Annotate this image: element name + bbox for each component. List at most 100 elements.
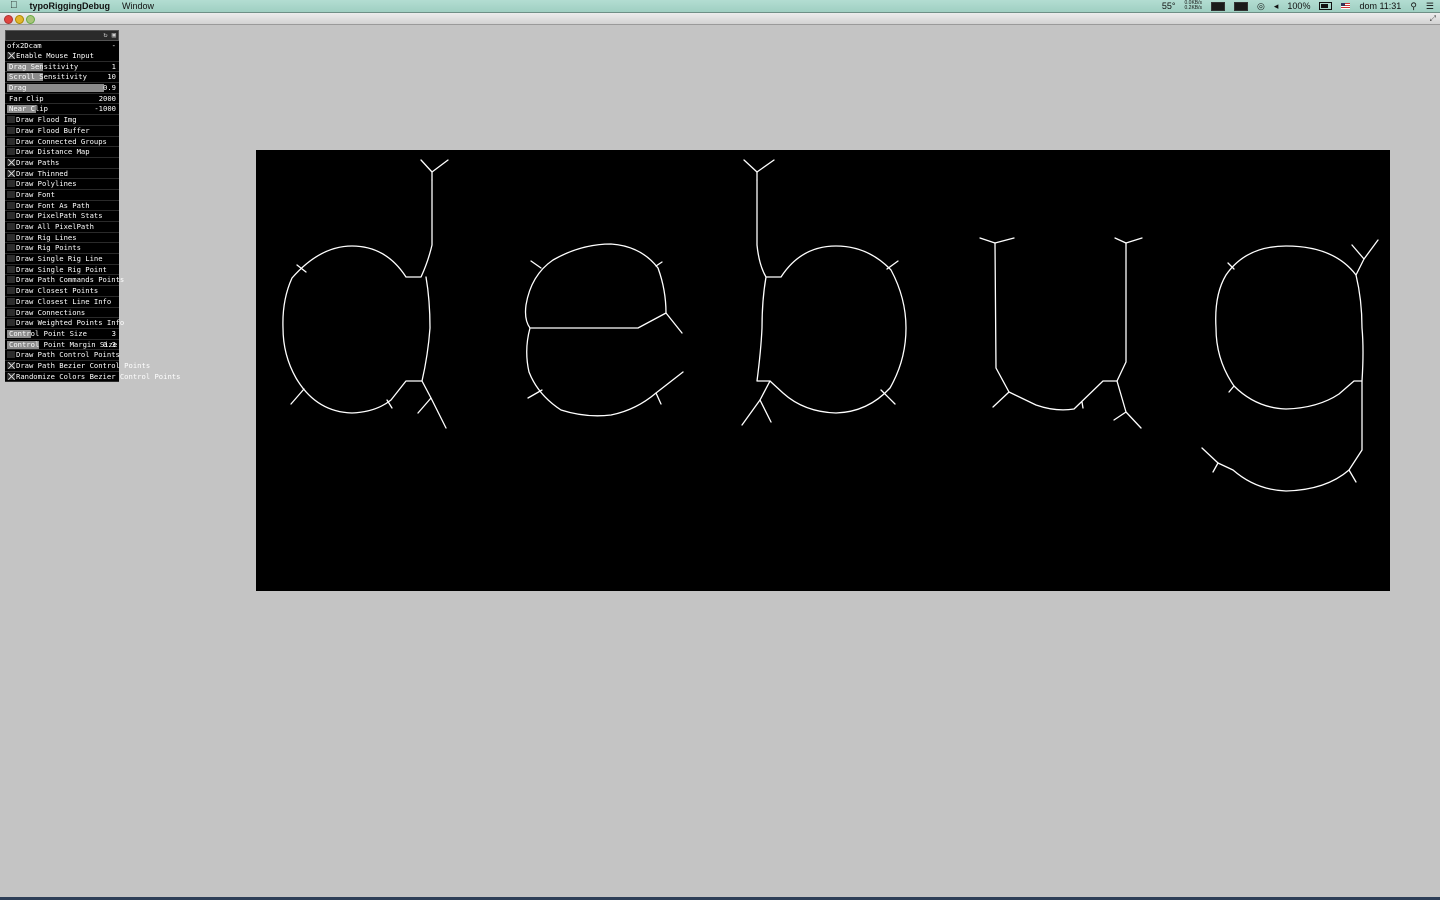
checkbox-icon[interactable] — [7, 276, 15, 284]
toggle-draw-rig-points[interactable]: Draw Rig Points — [5, 243, 119, 255]
reload-icon[interactable]: ↻ — [103, 31, 107, 39]
checkbox-icon[interactable] — [7, 319, 15, 327]
skeleton-path — [530, 260, 542, 269]
toggle-draw-connections[interactable]: Draw Connections — [5, 307, 119, 319]
fullscreen-icon[interactable]: ⤢ — [1430, 14, 1436, 24]
checkbox-icon[interactable] — [7, 116, 15, 124]
checkbox-icon[interactable] — [7, 287, 15, 295]
slider-drag-sensitivity[interactable]: Drag Sensitivity 1 — [5, 61, 119, 73]
menu-bar:  typoRiggingDebug Window 55° 0.0KB/s 0.… — [0, 0, 1440, 13]
window-close-button[interactable] — [4, 15, 13, 24]
toggle-draw-distance-map[interactable]: Draw Distance Map — [5, 147, 119, 158]
wifi-icon[interactable]: ◎ — [1257, 0, 1265, 12]
checkbox-icon[interactable] — [7, 137, 15, 145]
toggle-draw-path-bezier-control-points[interactable]: Draw Path Bezier Control Points — [5, 360, 150, 372]
checkbox-icon[interactable] — [7, 351, 15, 359]
toggle-label: Draw Thinned — [16, 168, 68, 178]
toggle-enable-mouse-input[interactable]: Enable Mouse Input — [5, 51, 119, 62]
checkbox-icon[interactable] — [7, 148, 15, 156]
toggle-draw-all-pixelpath[interactable]: Draw All PixelPath — [5, 222, 119, 233]
slider-label: Scroll Sensitivity — [9, 72, 87, 82]
window-menu[interactable]: Window — [122, 0, 154, 12]
gui-panel-header[interactable]: ↻ ▣ — [5, 30, 119, 41]
notification-center-icon[interactable]: ☰ — [1426, 0, 1434, 12]
slider-near-clip[interactable]: Near Clip -1000 — [5, 104, 119, 116]
spotlight-search-icon[interactable]: ⚲ — [1410, 0, 1417, 12]
save-icon[interactable]: ▣ — [112, 31, 116, 39]
slider-label: Control Point Size — [9, 328, 87, 338]
toggle-draw-flood-buffer[interactable]: Draw Flood Buffer — [5, 125, 119, 137]
checkbox-icon[interactable] — [7, 201, 15, 209]
checkbox-icon[interactable] — [7, 126, 15, 134]
toggle-draw-paths[interactable]: Draw Paths — [5, 157, 119, 169]
slider-value: 3 — [111, 328, 116, 338]
render-canvas[interactable] — [256, 150, 1390, 591]
toggle-draw-polylines[interactable]: Draw Polylines — [5, 179, 119, 190]
toggle-label: Draw Closest Points — [16, 286, 99, 296]
skeleton-path — [1116, 380, 1142, 429]
toggle-randomize-colors-bezier-control-points[interactable]: Randomize Colors Bezier Control Points — [5, 371, 180, 383]
toggle-label: Draw Single Rig Line — [16, 254, 103, 264]
toggle-draw-single-rig-point[interactable]: Draw Single Rig Point — [5, 264, 119, 276]
toggle-draw-thinned[interactable]: Draw Thinned — [5, 168, 119, 180]
checkbox-icon[interactable] — [7, 372, 15, 380]
slider-control-point-size[interactable]: Control Point Size 3 — [5, 328, 119, 340]
slider-drag[interactable]: Drag 0.9 — [5, 83, 119, 94]
slider-control-point-margin-size[interactable]: Control Point Margin Size 0.3 — [5, 339, 119, 351]
toggle-label: Draw Closest Line Info — [16, 296, 112, 306]
checkbox-icon[interactable] — [7, 308, 15, 316]
checkbox-icon[interactable] — [7, 297, 15, 305]
checkbox-icon[interactable] — [7, 158, 15, 166]
skeleton-path — [290, 388, 305, 405]
checkbox-icon[interactable] — [7, 265, 15, 273]
toggle-draw-path-control-points[interactable]: Draw Path Control Points — [5, 350, 120, 361]
slider-far-clip[interactable]: Far Clip 2000 — [5, 93, 119, 105]
checkbox-icon[interactable] — [7, 169, 15, 177]
toggle-label: Draw Path Bezier Control Points — [16, 360, 151, 370]
toggle-draw-flood-img[interactable]: Draw Flood Img — [5, 115, 119, 126]
checkbox-icon[interactable] — [7, 52, 15, 59]
toggle-label: Draw PixelPath Stats — [16, 211, 103, 221]
checkbox-icon[interactable] — [7, 361, 15, 369]
battery-icon[interactable] — [1319, 2, 1333, 10]
window-zoom-button[interactable] — [26, 15, 35, 24]
toggle-draw-closest-points[interactable]: Draw Closest Points — [5, 286, 119, 297]
battery-percent[interactable]: 100% — [1287, 0, 1310, 12]
toggle-draw-path-commands-points[interactable]: Draw Path Commands Points — [5, 275, 124, 287]
toggle-draw-single-rig-line[interactable]: Draw Single Rig Line — [5, 254, 119, 265]
skeleton-path — [979, 237, 996, 244]
toggle-draw-connected-groups[interactable]: Draw Connected Groups — [5, 136, 119, 148]
checkbox-icon[interactable] — [7, 212, 15, 220]
window-minimize-button[interactable] — [15, 15, 24, 24]
toggle-draw-weighted-points-info[interactable]: Draw Weighted Points Info — [5, 318, 124, 329]
gui-group-title[interactable]: ofx2Dcam - — [5, 41, 119, 51]
collapse-icon[interactable]: - — [112, 41, 116, 51]
slider-scroll-sensitivity[interactable]: Scroll Sensitivity 10 — [5, 72, 119, 84]
toggle-draw-font-as-path[interactable]: Draw Font As Path — [5, 200, 119, 212]
toggle-draw-closest-line-info[interactable]: Draw Closest Line Info — [5, 296, 119, 308]
checkbox-icon[interactable] — [7, 180, 15, 188]
skeleton-path — [1081, 401, 1084, 409]
toggle-draw-rig-lines[interactable]: Draw Rig Lines — [5, 232, 119, 244]
volume-icon[interactable]: ◂ — [1274, 0, 1279, 12]
checkbox-icon[interactable] — [7, 244, 15, 252]
skeleton-path — [994, 242, 1127, 411]
gui-group-label: ofx2Dcam — [7, 41, 42, 50]
input-source-flag-icon[interactable] — [1341, 3, 1351, 9]
toggle-label: Draw Font — [16, 189, 55, 199]
checkbox-icon[interactable] — [7, 255, 15, 263]
network-speed[interactable]: 0.0KB/s 0.2KB/s — [1185, 1, 1203, 11]
checkbox-icon[interactable] — [7, 190, 15, 198]
apple-menu-icon[interactable]:  — [10, 0, 18, 12]
app-name-menu[interactable]: typoRiggingDebug — [30, 0, 111, 12]
memory-graph-icon[interactable] — [1234, 1, 1249, 11]
checkbox-icon[interactable] — [7, 223, 15, 230]
toggle-draw-pixelpath-stats[interactable]: Draw PixelPath Stats — [5, 211, 119, 222]
checkbox-icon[interactable] — [7, 233, 15, 241]
temperature-status[interactable]: 55° — [1162, 0, 1176, 12]
clock[interactable]: dom 11:31 — [1359, 0, 1401, 12]
toggle-label: Draw Distance Map — [16, 147, 90, 157]
toggle-draw-font[interactable]: Draw Font — [5, 189, 119, 201]
skeleton-path — [759, 399, 772, 423]
cpu-graph-icon[interactable] — [1211, 1, 1226, 11]
